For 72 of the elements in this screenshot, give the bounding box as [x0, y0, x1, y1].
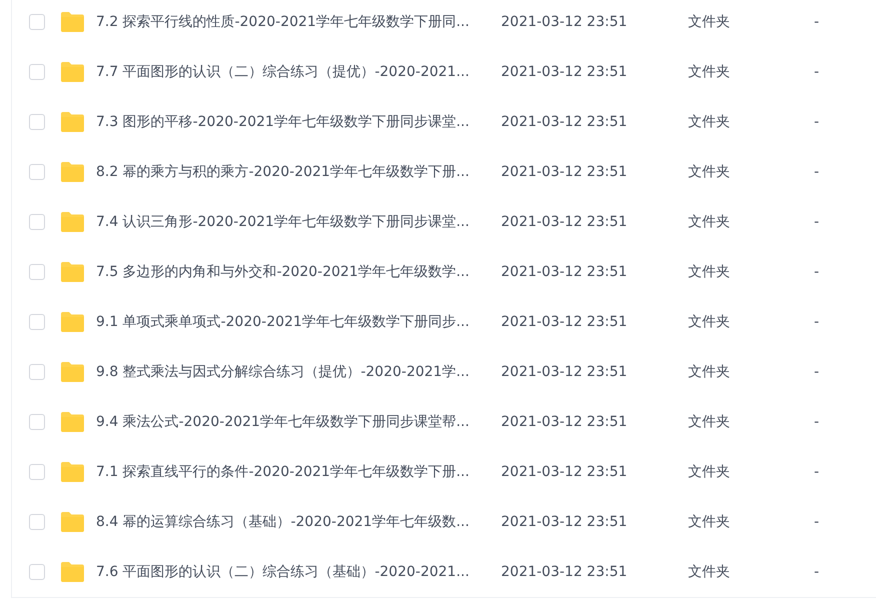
checkbox[interactable]: [29, 114, 45, 130]
file-size: -: [814, 162, 820, 182]
folder-icon: [60, 212, 85, 232]
file-name[interactable]: 7.3 图形的平移-2020-2021学年七年级数学下册同步课堂...: [96, 112, 501, 132]
modified-date: 2021-03-12 23:51: [501, 162, 628, 182]
file-type: 文件夹: [688, 112, 731, 132]
file-type: 文件夹: [688, 462, 731, 482]
file-type: 文件夹: [688, 212, 731, 232]
file-type: 文件夹: [688, 312, 731, 332]
file-name[interactable]: 7.5 多边形的内角和与外交和-2020-2021学年七年级数学...: [96, 262, 501, 282]
checkbox[interactable]: [29, 514, 45, 530]
file-size: -: [814, 462, 820, 482]
folder-icon: [60, 312, 85, 332]
file-type: 文件夹: [688, 412, 731, 432]
folder-icon: [60, 112, 85, 132]
modified-date: 2021-03-12 23:51: [501, 562, 628, 582]
folder-icon: [60, 562, 85, 582]
file-name[interactable]: 7.1 探索直线平行的条件-2020-2021学年七年级数学下册...: [96, 462, 501, 482]
file-size: -: [814, 12, 820, 32]
modified-date: 2021-03-12 23:51: [501, 62, 628, 82]
file-type: 文件夹: [688, 362, 731, 382]
folder-icon: [60, 412, 85, 432]
file-name[interactable]: 8.4 幂的运算综合练习（基础）-2020-2021学年七年级数...: [96, 512, 501, 532]
checkbox[interactable]: [29, 214, 45, 230]
file-size: -: [814, 112, 820, 132]
file-name[interactable]: 7.7 平面图形的认识（二）综合练习（提优）-2020-2021...: [96, 62, 501, 82]
folder-icon: [60, 62, 85, 82]
folder-icon: [60, 162, 85, 182]
folder-icon: [60, 362, 85, 382]
file-size: -: [814, 412, 820, 432]
checkbox[interactable]: [29, 64, 45, 80]
modified-date: 2021-03-12 23:51: [501, 262, 628, 282]
folder-icon: [60, 12, 85, 32]
modified-date: 2021-03-12 23:51: [501, 412, 628, 432]
file-size: -: [814, 362, 820, 382]
file-size: -: [814, 262, 820, 282]
file-name[interactable]: 7.4 认识三角形-2020-2021学年七年级数学下册同步课堂...: [96, 212, 501, 232]
file-type: 文件夹: [688, 162, 731, 182]
folder-icon: [60, 512, 85, 532]
modified-date: 2021-03-12 23:51: [501, 112, 628, 132]
file-name[interactable]: 8.2 幂的乘方与积的乘方-2020-2021学年七年级数学下册...: [96, 162, 501, 182]
checkbox[interactable]: [29, 314, 45, 330]
file-type: 文件夹: [688, 12, 731, 32]
checkbox[interactable]: [29, 14, 45, 30]
checkbox[interactable]: [29, 564, 45, 580]
modified-date: 2021-03-12 23:51: [501, 512, 628, 532]
file-name[interactable]: 9.1 单项式乘单项式-2020-2021学年七年级数学下册同步...: [96, 312, 501, 332]
checkbox[interactable]: [29, 264, 45, 280]
modified-date: 2021-03-12 23:51: [501, 462, 628, 482]
modified-date: 2021-03-12 23:51: [501, 312, 628, 332]
file-size: -: [814, 562, 820, 582]
file-name[interactable]: 7.2 探索平行线的性质-2020-2021学年七年级数学下册同...: [96, 12, 501, 32]
checkbox[interactable]: [29, 414, 45, 430]
folder-icon: [60, 262, 85, 282]
modified-date: 2021-03-12 23:51: [501, 212, 628, 232]
modified-date: 2021-03-12 23:51: [501, 362, 628, 382]
checkbox[interactable]: [29, 464, 45, 480]
file-type: 文件夹: [688, 262, 731, 282]
file-type: 文件夹: [688, 62, 731, 82]
file-name[interactable]: 9.4 乘法公式-2020-2021学年七年级数学下册同步课堂帮...: [96, 412, 501, 432]
file-name[interactable]: 9.8 整式乘法与因式分解综合练习（提优）-2020-2021学...: [96, 362, 501, 382]
file-size: -: [814, 312, 820, 332]
file-type: 文件夹: [688, 512, 731, 532]
file-size: -: [814, 512, 820, 532]
file-name[interactable]: 7.6 平面图形的认识（二）综合练习（基础）-2020-2021...: [96, 562, 501, 582]
checkbox[interactable]: [29, 164, 45, 180]
file-size: -: [814, 212, 820, 232]
folder-icon: [60, 462, 85, 482]
checkbox[interactable]: [29, 364, 45, 380]
file-type: 文件夹: [688, 562, 731, 582]
file-size: -: [814, 62, 820, 82]
modified-date: 2021-03-12 23:51: [501, 12, 628, 32]
